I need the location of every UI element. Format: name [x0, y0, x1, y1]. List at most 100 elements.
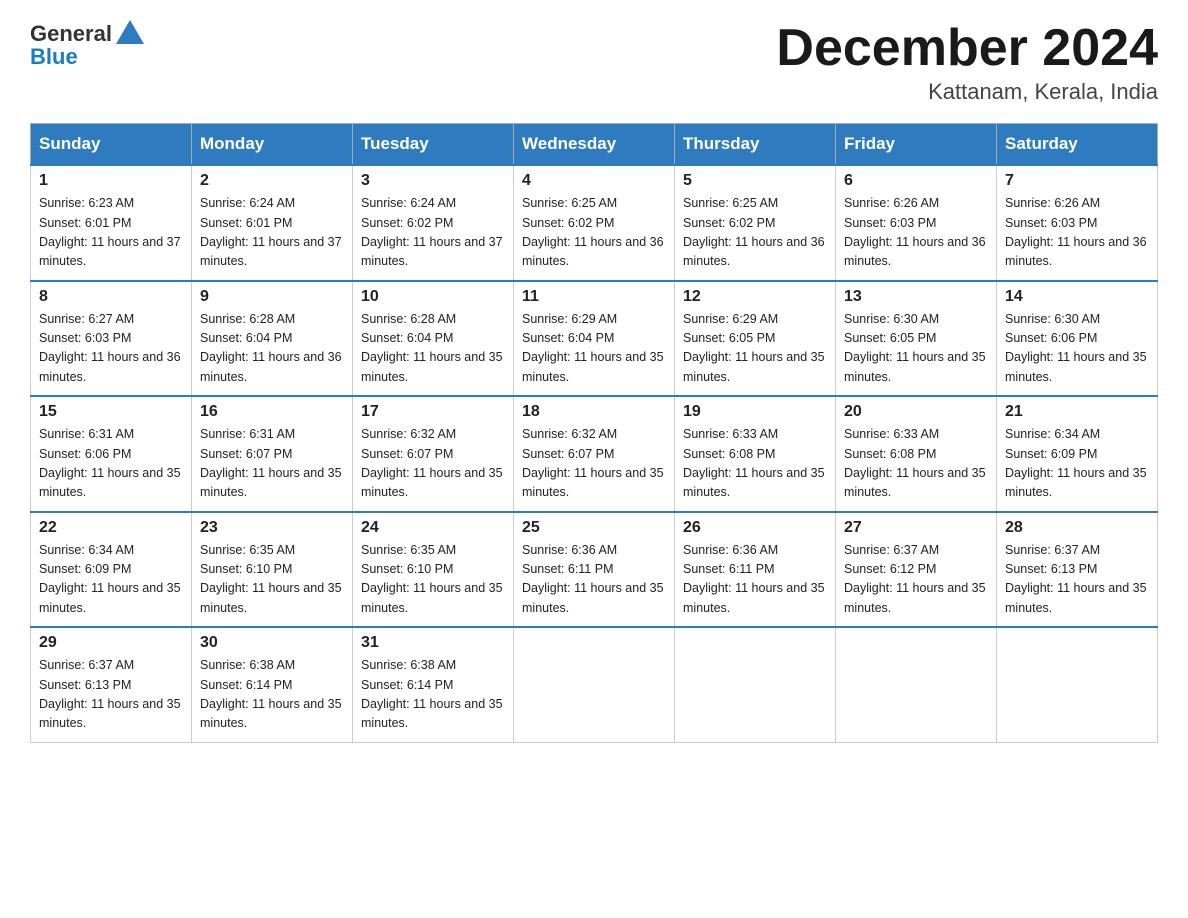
weekday-header-thursday: Thursday — [675, 124, 836, 166]
day-info: Sunrise: 6:26 AM Sunset: 6:03 PM Dayligh… — [1005, 194, 1149, 272]
day-info: Sunrise: 6:33 AM Sunset: 6:08 PM Dayligh… — [844, 425, 988, 503]
calendar-cell: 3 Sunrise: 6:24 AM Sunset: 6:02 PM Dayli… — [353, 165, 514, 281]
weekday-header-tuesday: Tuesday — [353, 124, 514, 166]
day-number: 3 — [361, 172, 505, 190]
calendar-cell: 12 Sunrise: 6:29 AM Sunset: 6:05 PM Dayl… — [675, 281, 836, 397]
weekday-header-row: SundayMondayTuesdayWednesdayThursdayFrid… — [31, 124, 1158, 166]
calendar-cell — [514, 627, 675, 742]
day-info: Sunrise: 6:31 AM Sunset: 6:06 PM Dayligh… — [39, 425, 183, 503]
day-info: Sunrise: 6:24 AM Sunset: 6:02 PM Dayligh… — [361, 194, 505, 272]
day-number: 5 — [683, 172, 827, 190]
calendar-cell: 29 Sunrise: 6:37 AM Sunset: 6:13 PM Dayl… — [31, 627, 192, 742]
day-info: Sunrise: 6:34 AM Sunset: 6:09 PM Dayligh… — [1005, 425, 1149, 503]
day-number: 10 — [361, 288, 505, 306]
day-number: 13 — [844, 288, 988, 306]
day-info: Sunrise: 6:26 AM Sunset: 6:03 PM Dayligh… — [844, 194, 988, 272]
day-info: Sunrise: 6:38 AM Sunset: 6:14 PM Dayligh… — [200, 656, 344, 734]
calendar-cell: 18 Sunrise: 6:32 AM Sunset: 6:07 PM Dayl… — [514, 396, 675, 512]
day-info: Sunrise: 6:32 AM Sunset: 6:07 PM Dayligh… — [361, 425, 505, 503]
day-info: Sunrise: 6:27 AM Sunset: 6:03 PM Dayligh… — [39, 310, 183, 388]
calendar-cell: 4 Sunrise: 6:25 AM Sunset: 6:02 PM Dayli… — [514, 165, 675, 281]
weekday-header-friday: Friday — [836, 124, 997, 166]
calendar-cell — [675, 627, 836, 742]
day-number: 17 — [361, 403, 505, 421]
day-number: 9 — [200, 288, 344, 306]
calendar-cell: 21 Sunrise: 6:34 AM Sunset: 6:09 PM Dayl… — [997, 396, 1158, 512]
day-info: Sunrise: 6:28 AM Sunset: 6:04 PM Dayligh… — [361, 310, 505, 388]
calendar-table: SundayMondayTuesdayWednesdayThursdayFrid… — [30, 123, 1158, 743]
day-number: 19 — [683, 403, 827, 421]
day-info: Sunrise: 6:33 AM Sunset: 6:08 PM Dayligh… — [683, 425, 827, 503]
calendar-cell: 25 Sunrise: 6:36 AM Sunset: 6:11 PM Dayl… — [514, 512, 675, 628]
calendar-cell: 27 Sunrise: 6:37 AM Sunset: 6:12 PM Dayl… — [836, 512, 997, 628]
calendar-cell: 16 Sunrise: 6:31 AM Sunset: 6:07 PM Dayl… — [192, 396, 353, 512]
day-number: 21 — [1005, 403, 1149, 421]
logo-icon — [114, 16, 146, 48]
day-info: Sunrise: 6:34 AM Sunset: 6:09 PM Dayligh… — [39, 541, 183, 619]
day-info: Sunrise: 6:29 AM Sunset: 6:05 PM Dayligh… — [683, 310, 827, 388]
logo: General Blue — [30, 20, 146, 70]
day-number: 7 — [1005, 172, 1149, 190]
calendar-cell: 8 Sunrise: 6:27 AM Sunset: 6:03 PM Dayli… — [31, 281, 192, 397]
day-number: 18 — [522, 403, 666, 421]
day-number: 4 — [522, 172, 666, 190]
calendar-cell: 17 Sunrise: 6:32 AM Sunset: 6:07 PM Dayl… — [353, 396, 514, 512]
week-row-3: 15 Sunrise: 6:31 AM Sunset: 6:06 PM Dayl… — [31, 396, 1158, 512]
day-number: 8 — [39, 288, 183, 306]
day-number: 12 — [683, 288, 827, 306]
day-info: Sunrise: 6:37 AM Sunset: 6:12 PM Dayligh… — [844, 541, 988, 619]
day-info: Sunrise: 6:25 AM Sunset: 6:02 PM Dayligh… — [522, 194, 666, 272]
calendar-cell: 1 Sunrise: 6:23 AM Sunset: 6:01 PM Dayli… — [31, 165, 192, 281]
day-number: 27 — [844, 519, 988, 537]
week-row-1: 1 Sunrise: 6:23 AM Sunset: 6:01 PM Dayli… — [31, 165, 1158, 281]
day-number: 25 — [522, 519, 666, 537]
calendar-cell: 7 Sunrise: 6:26 AM Sunset: 6:03 PM Dayli… — [997, 165, 1158, 281]
day-info: Sunrise: 6:30 AM Sunset: 6:05 PM Dayligh… — [844, 310, 988, 388]
calendar-cell: 15 Sunrise: 6:31 AM Sunset: 6:06 PM Dayl… — [31, 396, 192, 512]
day-info: Sunrise: 6:35 AM Sunset: 6:10 PM Dayligh… — [361, 541, 505, 619]
month-title: December 2024 — [776, 20, 1158, 77]
day-number: 2 — [200, 172, 344, 190]
page-header: General Blue December 2024 Kattanam, Ker… — [30, 20, 1158, 105]
weekday-header-wednesday: Wednesday — [514, 124, 675, 166]
weekday-header-sunday: Sunday — [31, 124, 192, 166]
title-block: December 2024 Kattanam, Kerala, India — [776, 20, 1158, 105]
calendar-cell: 6 Sunrise: 6:26 AM Sunset: 6:03 PM Dayli… — [836, 165, 997, 281]
day-number: 15 — [39, 403, 183, 421]
day-number: 24 — [361, 519, 505, 537]
calendar-cell: 22 Sunrise: 6:34 AM Sunset: 6:09 PM Dayl… — [31, 512, 192, 628]
day-info: Sunrise: 6:37 AM Sunset: 6:13 PM Dayligh… — [1005, 541, 1149, 619]
calendar-cell: 9 Sunrise: 6:28 AM Sunset: 6:04 PM Dayli… — [192, 281, 353, 397]
day-number: 6 — [844, 172, 988, 190]
day-info: Sunrise: 6:28 AM Sunset: 6:04 PM Dayligh… — [200, 310, 344, 388]
day-info: Sunrise: 6:31 AM Sunset: 6:07 PM Dayligh… — [200, 425, 344, 503]
calendar-cell: 30 Sunrise: 6:38 AM Sunset: 6:14 PM Dayl… — [192, 627, 353, 742]
day-number: 16 — [200, 403, 344, 421]
day-info: Sunrise: 6:36 AM Sunset: 6:11 PM Dayligh… — [683, 541, 827, 619]
day-info: Sunrise: 6:29 AM Sunset: 6:04 PM Dayligh… — [522, 310, 666, 388]
day-number: 11 — [522, 288, 666, 306]
week-row-4: 22 Sunrise: 6:34 AM Sunset: 6:09 PM Dayl… — [31, 512, 1158, 628]
day-number: 26 — [683, 519, 827, 537]
calendar-cell: 13 Sunrise: 6:30 AM Sunset: 6:05 PM Dayl… — [836, 281, 997, 397]
day-number: 29 — [39, 634, 183, 652]
calendar-cell: 14 Sunrise: 6:30 AM Sunset: 6:06 PM Dayl… — [997, 281, 1158, 397]
day-info: Sunrise: 6:35 AM Sunset: 6:10 PM Dayligh… — [200, 541, 344, 619]
day-number: 28 — [1005, 519, 1149, 537]
logo-text: General — [30, 22, 112, 46]
day-number: 22 — [39, 519, 183, 537]
day-info: Sunrise: 6:30 AM Sunset: 6:06 PM Dayligh… — [1005, 310, 1149, 388]
day-number: 31 — [361, 634, 505, 652]
week-row-5: 29 Sunrise: 6:37 AM Sunset: 6:13 PM Dayl… — [31, 627, 1158, 742]
week-row-2: 8 Sunrise: 6:27 AM Sunset: 6:03 PM Dayli… — [31, 281, 1158, 397]
day-number: 1 — [39, 172, 183, 190]
calendar-cell: 19 Sunrise: 6:33 AM Sunset: 6:08 PM Dayl… — [675, 396, 836, 512]
day-number: 20 — [844, 403, 988, 421]
day-info: Sunrise: 6:37 AM Sunset: 6:13 PM Dayligh… — [39, 656, 183, 734]
calendar-cell: 28 Sunrise: 6:37 AM Sunset: 6:13 PM Dayl… — [997, 512, 1158, 628]
calendar-cell: 26 Sunrise: 6:36 AM Sunset: 6:11 PM Dayl… — [675, 512, 836, 628]
day-number: 14 — [1005, 288, 1149, 306]
day-info: Sunrise: 6:32 AM Sunset: 6:07 PM Dayligh… — [522, 425, 666, 503]
location: Kattanam, Kerala, India — [776, 79, 1158, 105]
calendar-cell: 2 Sunrise: 6:24 AM Sunset: 6:01 PM Dayli… — [192, 165, 353, 281]
